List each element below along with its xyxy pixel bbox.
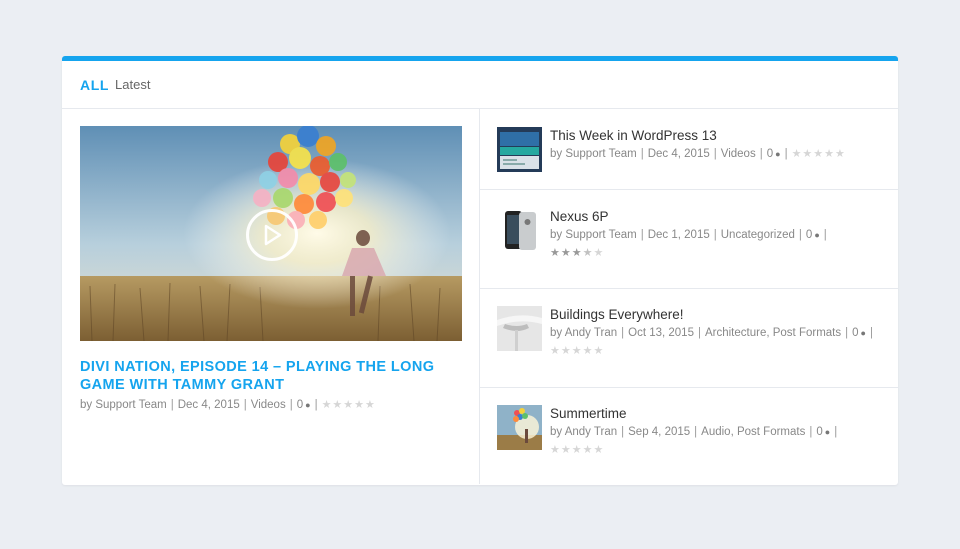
rating-stars: ★★★★★ bbox=[550, 444, 605, 456]
post-meta: by Support Team | Dec 1, 2015 | Uncategorize… bbox=[550, 226, 831, 262]
phone-thumb bbox=[497, 208, 542, 253]
featured-post: DIVI NATION, EPISODE 14 – PLAYING THE LO… bbox=[62, 109, 480, 484]
featured-post-title[interactable]: DIVI NATION, EPISODE 14 – PLAYING THE LO… bbox=[80, 358, 450, 394]
post-author[interactable]: by Support Team bbox=[550, 229, 637, 241]
post-comments[interactable]: 0 ● bbox=[297, 399, 311, 411]
play-button[interactable] bbox=[246, 209, 298, 261]
post-author[interactable]: by Support Team bbox=[80, 399, 167, 411]
building-thumb bbox=[497, 306, 542, 351]
post-comments[interactable]: 0 ● bbox=[852, 327, 866, 339]
post-author[interactable]: by Andy Tran bbox=[550, 426, 617, 438]
featured-post-meta: by Support Team | Dec 4, 2015 | Videos | 0 ● | ★★… bbox=[80, 396, 479, 414]
post-category[interactable]: Videos bbox=[251, 399, 286, 411]
post-date: Dec 1, 2015 bbox=[647, 229, 710, 241]
post-title[interactable]: Summertime bbox=[550, 405, 841, 422]
wordpress-thumb bbox=[497, 127, 542, 172]
post-date: Sep 4, 2015 bbox=[628, 426, 691, 438]
post-list: This Week in WordPress 13 by Support Tea… bbox=[480, 109, 898, 484]
widget-header: ALL Latest bbox=[62, 61, 898, 109]
post-author[interactable]: by Andy Tran bbox=[550, 327, 617, 339]
list-item: Summertime by Andy Tran | Sep 4, 2015 | Audi… bbox=[480, 388, 898, 484]
post-category[interactable]: Uncategorized bbox=[721, 229, 795, 241]
post-title[interactable]: Nexus 6P bbox=[550, 208, 831, 225]
post-author[interactable]: by Support Team bbox=[550, 148, 637, 160]
post-comments[interactable]: 0 ● bbox=[816, 426, 830, 438]
comment-bubble-icon: ● bbox=[860, 328, 866, 338]
post-meta: by Support Team | Dec 4, 2015 | Videos | 0 ● | ★★… bbox=[550, 145, 846, 163]
post-comments[interactable]: 0 ● bbox=[767, 148, 781, 160]
comment-bubble-icon: ● bbox=[305, 400, 311, 410]
rating-stars: ★★★★★ bbox=[791, 148, 846, 160]
play-icon bbox=[264, 224, 282, 246]
list-item: Nexus 6P by Support Team | Dec 1, 2015 | Unc… bbox=[480, 190, 898, 289]
balloons-thumb bbox=[497, 405, 542, 450]
rating-stars: ★★★★★ bbox=[550, 247, 605, 259]
post-thumbnail[interactable] bbox=[497, 405, 542, 450]
tab-all[interactable]: ALL bbox=[80, 77, 109, 93]
post-title[interactable]: Buildings Everywhere! bbox=[550, 306, 877, 323]
rating-stars: ★★★★★ bbox=[550, 345, 605, 357]
post-meta: by Andy Tran | Oct 13, 2015 | Architecture, … bbox=[550, 324, 877, 360]
latest-posts-widget: ALL Latest DIVI NATION, EPISODE 14 – PLA… bbox=[62, 56, 898, 485]
post-thumbnail[interactable] bbox=[497, 208, 542, 253]
post-date: Dec 4, 2015 bbox=[177, 399, 240, 411]
post-meta: by Andy Tran | Sep 4, 2015 | Audio, Post For… bbox=[550, 423, 841, 459]
comment-bubble-icon: ● bbox=[775, 149, 781, 159]
post-date: Dec 4, 2015 bbox=[647, 148, 710, 160]
post-date: Oct 13, 2015 bbox=[628, 327, 694, 339]
list-item: Buildings Everywhere! by Andy Tran | Oct 1… bbox=[480, 289, 898, 388]
post-category[interactable]: Architecture, Post Formats bbox=[705, 327, 841, 339]
comment-bubble-icon: ● bbox=[824, 427, 831, 437]
post-title[interactable]: This Week in WordPress 13 bbox=[550, 127, 846, 144]
post-comments[interactable]: 0 ● bbox=[806, 229, 820, 241]
list-item: This Week in WordPress 13 by Support Tea… bbox=[480, 109, 898, 190]
post-thumbnail[interactable] bbox=[497, 127, 542, 172]
post-category[interactable]: Audio, Post Formats bbox=[701, 426, 805, 438]
featured-video-thumbnail[interactable] bbox=[80, 126, 462, 341]
post-thumbnail[interactable] bbox=[497, 306, 542, 351]
header-subtitle: Latest bbox=[115, 77, 151, 92]
rating-stars: ★★★★★ bbox=[321, 399, 376, 411]
comment-bubble-icon: ● bbox=[814, 230, 820, 240]
post-category[interactable]: Videos bbox=[721, 148, 756, 160]
